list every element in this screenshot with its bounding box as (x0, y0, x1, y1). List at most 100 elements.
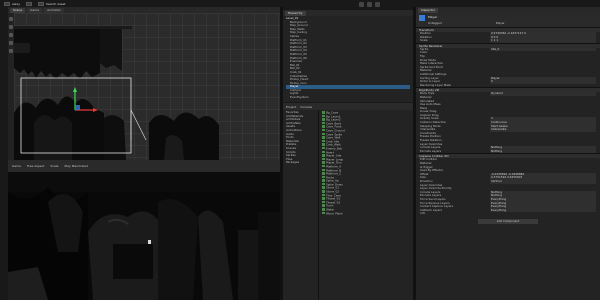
file-icon (322, 111, 325, 114)
add-component-button[interactable]: Add Component (478, 218, 538, 224)
property-label: Include Layers (420, 146, 441, 150)
account-icon (4, 2, 10, 6)
play-maximized-toggle[interactable]: Play Maximized (65, 164, 88, 168)
property-label: Exclude Layers (420, 194, 442, 198)
property-label: Exclude Layers (420, 149, 442, 153)
file-icon (322, 211, 325, 215)
file-icon (322, 168, 325, 171)
file-icon (322, 118, 325, 121)
gameobject-icon (419, 15, 425, 21)
property-row: Exclude Layers Nothing (416, 149, 600, 154)
game-view[interactable] (8, 172, 280, 300)
game-render (8, 172, 280, 300)
file-icon (322, 164, 325, 168)
file-icon (322, 146, 325, 150)
project-file-list: Bg_Cave Bg_Layer1 Bg_Layer2 Cave_Back Cave_F… (319, 110, 413, 300)
property-label: Sprite (420, 47, 429, 51)
property-label: Color (420, 51, 428, 55)
file-icon (322, 172, 325, 175)
tab-project[interactable]: Project (286, 105, 296, 109)
property-label: Sleeping Mode (420, 124, 441, 128)
file-icon (322, 139, 325, 143)
step-icon[interactable] (375, 1, 380, 7)
file-icon (322, 190, 325, 193)
file-icon (322, 125, 325, 128)
file-icon (322, 143, 325, 146)
pause-icon[interactable] (367, 1, 372, 7)
file-icon (322, 175, 325, 179)
property-label: Body Type (420, 92, 435, 96)
property-label: Angular Drag (420, 113, 439, 117)
property-label: Position (420, 32, 431, 35)
tab-hierarchy[interactable]: Hierarchy (285, 10, 306, 16)
unity-editor-window: alexy Search Asset Scene Game Animator G… (0, 0, 600, 300)
property-label: Layer Override Priority (420, 187, 452, 191)
tab-scene[interactable]: Scene (10, 7, 26, 13)
tab-game[interactable]: Game (27, 7, 43, 13)
player-sprite (148, 240, 151, 244)
tab-animator[interactable]: Animator (44, 7, 64, 13)
scale-tool-icon[interactable] (9, 41, 13, 45)
file-icon (322, 114, 325, 118)
file-label: Wood_Plank (326, 211, 343, 215)
file-icon (322, 132, 325, 136)
display-dropdown[interactable]: Game (12, 164, 21, 168)
move-tool-icon[interactable] (9, 25, 13, 29)
project-file-item[interactable]: Wood_Plank (321, 211, 411, 216)
tab-console[interactable]: Console (300, 105, 312, 109)
project-folder-tree: Favorites All Materials All Models All Pref… (283, 110, 319, 300)
aspect-dropdown[interactable]: Free Aspect (27, 164, 45, 168)
property-label: Include Layers (420, 190, 441, 194)
tab-inspector[interactable]: Inspector (418, 7, 438, 13)
file-icon (322, 161, 325, 164)
search-icon (38, 2, 45, 6)
property-label: Flip (420, 54, 425, 58)
asset-search-label: Search Asset (46, 2, 66, 6)
property-label: Material (420, 162, 432, 165)
property-value[interactable]: 1 1 1 (490, 39, 596, 43)
file-icon (322, 197, 325, 200)
tag-dropdown[interactable]: Untagged (428, 21, 442, 25)
property-label: Layer Overrides (420, 183, 443, 187)
property-label: Direction (420, 179, 433, 183)
property-label: Order in Layer (420, 80, 441, 84)
play-icon[interactable] (359, 1, 364, 7)
rect-tool-icon[interactable] (9, 49, 13, 53)
object-name-field[interactable]: Player (428, 15, 437, 19)
file-icon (322, 179, 325, 182)
rotate-tool-icon[interactable] (9, 33, 13, 37)
file-icon (322, 157, 325, 161)
hierarchy-item[interactable]: EventSystem (286, 96, 410, 100)
property-label: Size (420, 176, 426, 180)
hand-tool-icon[interactable] (9, 17, 13, 21)
property-label: Rotation (420, 35, 432, 39)
account-label: alexy (12, 2, 21, 6)
layer-dropdown[interactable]: Player (496, 21, 505, 25)
property-row: Info (416, 212, 600, 216)
file-icon (322, 204, 325, 207)
property-label: Force Send Layers (420, 197, 446, 201)
asset-search[interactable]: Search Asset (38, 2, 65, 6)
property-label: Constraints (420, 131, 436, 135)
file-icon (322, 208, 325, 211)
file-icon (322, 128, 325, 132)
property-label: Scale (420, 39, 428, 43)
cloud-button[interactable] (26, 2, 33, 6)
file-icon (322, 193, 325, 197)
property-label: Contact Capture Layers (420, 205, 454, 209)
property-value[interactable]: Nothing (490, 149, 596, 154)
scale-slider[interactable]: Scale (50, 164, 58, 168)
file-icon (322, 186, 325, 189)
property-label: Freeze Rotation (420, 139, 442, 143)
property-label: Gravity Scale (420, 117, 439, 121)
scene-tilemap (14, 26, 219, 160)
property-label: Linear Drag (420, 110, 437, 114)
project-folder-item[interactable]: Packages (285, 161, 316, 165)
property-label: Is Trigger (420, 165, 433, 169)
scene-view[interactable] (14, 13, 280, 160)
property-label: Additional Settings (420, 72, 447, 76)
property-label: Sorting Layer (420, 76, 439, 80)
account-dropdown[interactable]: alexy (4, 2, 20, 6)
property-row: Rendering Layer Mask (416, 84, 600, 88)
property-label: Callback Layers (420, 208, 443, 212)
